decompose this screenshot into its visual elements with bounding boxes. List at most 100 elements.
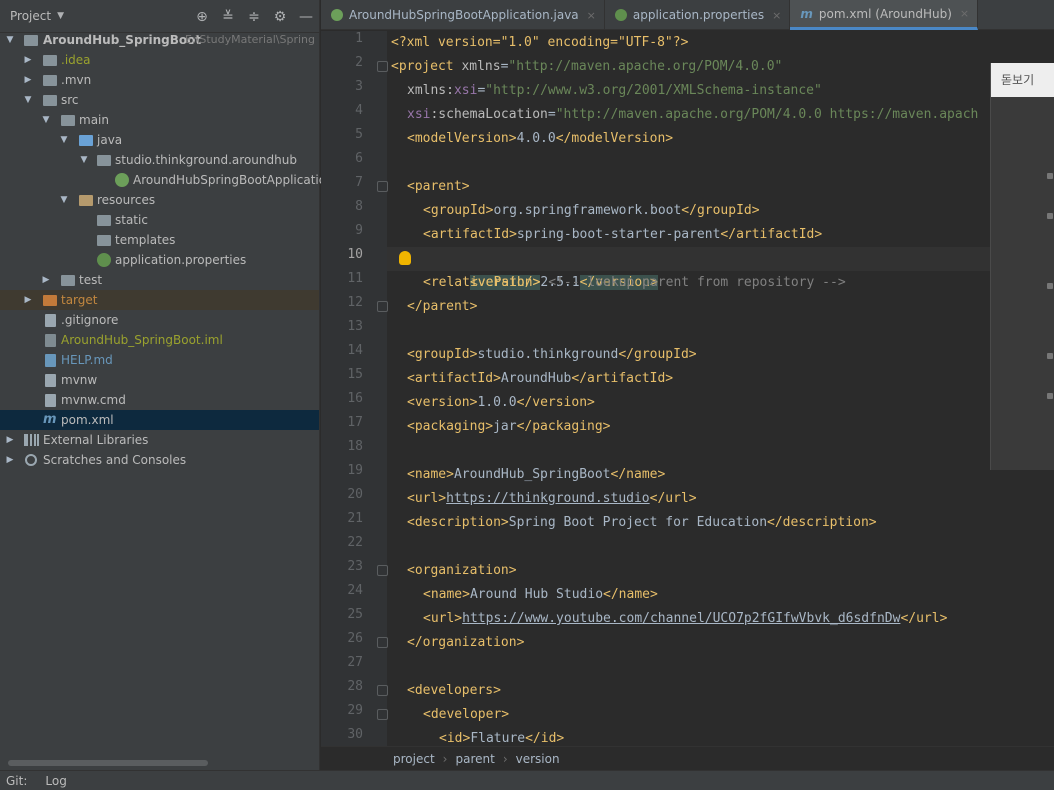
chevron-right-icon[interactable]: ▶: [4, 430, 16, 450]
code-line-14: <groupId>studio.thinkground</groupId>: [387, 343, 1054, 367]
line-number: 12: [347, 295, 363, 310]
expand-all-icon[interactable]: ≚: [215, 4, 241, 30]
tree-item-root[interactable]: ▼ AroundHub_SpringBoot E:\StudyMaterial\…: [0, 30, 319, 50]
code-line-24: <name>Around Hub Studio</name>: [387, 583, 1054, 607]
chevron-down-icon[interactable]: ▼: [58, 130, 70, 150]
tag-open: <url>: [423, 611, 463, 626]
tag-close: </artifactId>: [571, 371, 674, 386]
chevron-down-icon[interactable]: ▼: [78, 150, 90, 170]
code-comment: <!-- lookup parent from repository -->: [540, 275, 846, 290]
code-line-2: <project xmlns="http://maven.apache.org/…: [387, 55, 1054, 79]
code-editor[interactable]: 1 2 3 4 5 6 7 8 9 10 11 12 13 14 15 16 1…: [321, 31, 1054, 746]
spring-boot-icon: [331, 9, 343, 21]
chevron-right-icon[interactable]: ▶: [4, 450, 16, 470]
tree-item-java[interactable]: ▼ java: [0, 130, 319, 150]
chevron-down-icon[interactable]: ▼: [22, 90, 34, 110]
tag-open: <developer>: [423, 707, 510, 722]
tree-item-main[interactable]: ▼ main: [0, 110, 319, 130]
tree-item-iml[interactable]: AroundHub_SpringBoot.iml: [0, 330, 319, 350]
minimize-icon[interactable]: —: [293, 4, 319, 30]
tag-open: <description>: [407, 515, 509, 530]
tag-open: <relativePath/>: [423, 275, 541, 290]
tree-item-resources[interactable]: ▼ resources: [0, 190, 319, 210]
code-line-20: <url>https://thinkground.studio</url>: [387, 487, 1054, 511]
code-line-4: xsi:schemaLocation="http://maven.apache.…: [387, 103, 1054, 127]
collapse-all-icon[interactable]: ≑: [241, 4, 267, 30]
chevron-right-icon[interactable]: ▶: [22, 70, 34, 90]
tab-label: pom.xml (AroundHub): [818, 6, 952, 21]
tag-close: </name>: [603, 587, 658, 602]
project-header: Project ▼ ⊕ ≚ ≑ ⚙ —: [0, 0, 319, 33]
tag-text: 1.0.0: [477, 395, 517, 410]
close-icon[interactable]: ×: [587, 9, 596, 22]
chevron-right-icon[interactable]: ▶: [40, 270, 52, 290]
line-number: 2: [355, 55, 363, 70]
tag-close: </name>: [610, 467, 666, 482]
chevron-down-icon[interactable]: ▼: [40, 110, 52, 130]
tree-item-label: main: [79, 113, 109, 127]
code-line-19: <name>AroundHub_SpringBoot</name>: [387, 463, 1054, 487]
tag-close: </url>: [649, 491, 697, 506]
tab-application-properties[interactable]: application.properties ×: [605, 0, 791, 30]
line-number: 5: [355, 127, 363, 142]
horizontal-scrollbar[interactable]: [8, 760, 208, 766]
properties-file-icon: [97, 253, 111, 267]
tree-item-help-md[interactable]: HELP.md: [0, 350, 319, 370]
tree-item-templates[interactable]: templates: [0, 230, 319, 250]
markdown-icon: [45, 354, 56, 367]
tree-item-idea[interactable]: ▶ .idea: [0, 50, 319, 70]
project-tree: ▼ AroundHub_SpringBoot E:\StudyMaterial\…: [0, 30, 334, 470]
code-line-10-current: <version>2.5.1</version>: [387, 247, 1054, 290]
code-link[interactable]: https://thinkground.studio: [446, 491, 650, 506]
tree-item-mvnw[interactable]: mvnw: [0, 370, 319, 390]
breadcrumb-item[interactable]: version: [516, 752, 560, 766]
chevron-right-icon[interactable]: ▶: [22, 50, 34, 70]
git-status-label[interactable]: Git:: [6, 774, 27, 788]
lightbulb-icon[interactable]: [399, 251, 411, 265]
close-icon[interactable]: ×: [772, 9, 781, 22]
attr-name: xsi: [453, 83, 478, 98]
tag-open: <developers>: [407, 683, 501, 698]
tree-item-label: target: [61, 293, 98, 307]
line-number: 19: [347, 463, 363, 478]
tree-item-application-properties[interactable]: application.properties: [0, 250, 319, 270]
tree-item-scratches[interactable]: ▶ Scratches and Consoles: [0, 450, 319, 470]
tree-item-target[interactable]: ▶ target: [0, 290, 319, 310]
tag-text: Spring Boot Project for Education: [508, 515, 768, 530]
tab-pom-xml[interactable]: m pom.xml (AroundHub) ×: [790, 0, 979, 30]
code-link[interactable]: https://www.youtube.com/channel/UCO7p2fG…: [462, 611, 900, 626]
tab-application-java[interactable]: AroundHubSpringBootApplication.java ×: [321, 0, 605, 30]
locate-icon[interactable]: ⊕: [189, 4, 215, 30]
tree-item-mvnw-cmd[interactable]: mvnw.cmd: [0, 390, 319, 410]
tree-item-src[interactable]: ▼ src: [0, 90, 319, 110]
git-log-label[interactable]: Log: [45, 774, 66, 788]
attr-value: "http://www.w3.org/2001/XMLSchema-instan…: [485, 83, 822, 98]
tree-item-external-libraries[interactable]: ▶ External Libraries: [0, 430, 319, 450]
code-line-21: <description>Spring Boot Project for Edu…: [387, 511, 1054, 535]
code-line-8: <groupId>org.springframework.boot</group…: [387, 199, 1054, 223]
tree-item-package[interactable]: ▼ studio.thinkground.aroundhub: [0, 150, 319, 170]
tag-open: <artifactId>: [407, 371, 501, 386]
gear-icon[interactable]: ⚙: [267, 4, 293, 30]
chevron-right-icon[interactable]: ▶: [22, 290, 34, 310]
tag-close: </description>: [767, 515, 877, 530]
chevron-down-icon[interactable]: ▼: [57, 11, 64, 21]
tree-item-test[interactable]: ▶ test: [0, 270, 319, 290]
close-icon[interactable]: ×: [960, 7, 969, 20]
chevron-down-icon[interactable]: ▼: [58, 190, 70, 210]
tree-item-application-class[interactable]: AroundHubSpringBootApplication: [0, 170, 334, 190]
tree-item-label: AroundHub_SpringBoot: [43, 33, 202, 47]
editor-tab-bar: AroundHubSpringBootApplication.java × ap…: [321, 0, 1054, 30]
tree-item-mvn[interactable]: ▶ .mvn: [0, 70, 319, 90]
chevron-down-icon[interactable]: ▼: [4, 30, 16, 50]
line-number: 3: [355, 79, 363, 94]
attr-value: "http://maven.apache.org/POM/4.0.0": [508, 59, 783, 74]
tree-item-gitignore[interactable]: .gitignore: [0, 310, 319, 330]
tree-item-static[interactable]: static: [0, 210, 319, 230]
project-view-title[interactable]: Project: [10, 9, 51, 23]
breadcrumb-item[interactable]: parent: [455, 752, 494, 766]
breadcrumb-item[interactable]: project: [393, 752, 435, 766]
magnifier-title[interactable]: 돋보기: [991, 63, 1054, 97]
tree-item-pom-xml[interactable]: m pom.xml: [0, 410, 319, 430]
tree-item-label: src: [61, 93, 79, 107]
